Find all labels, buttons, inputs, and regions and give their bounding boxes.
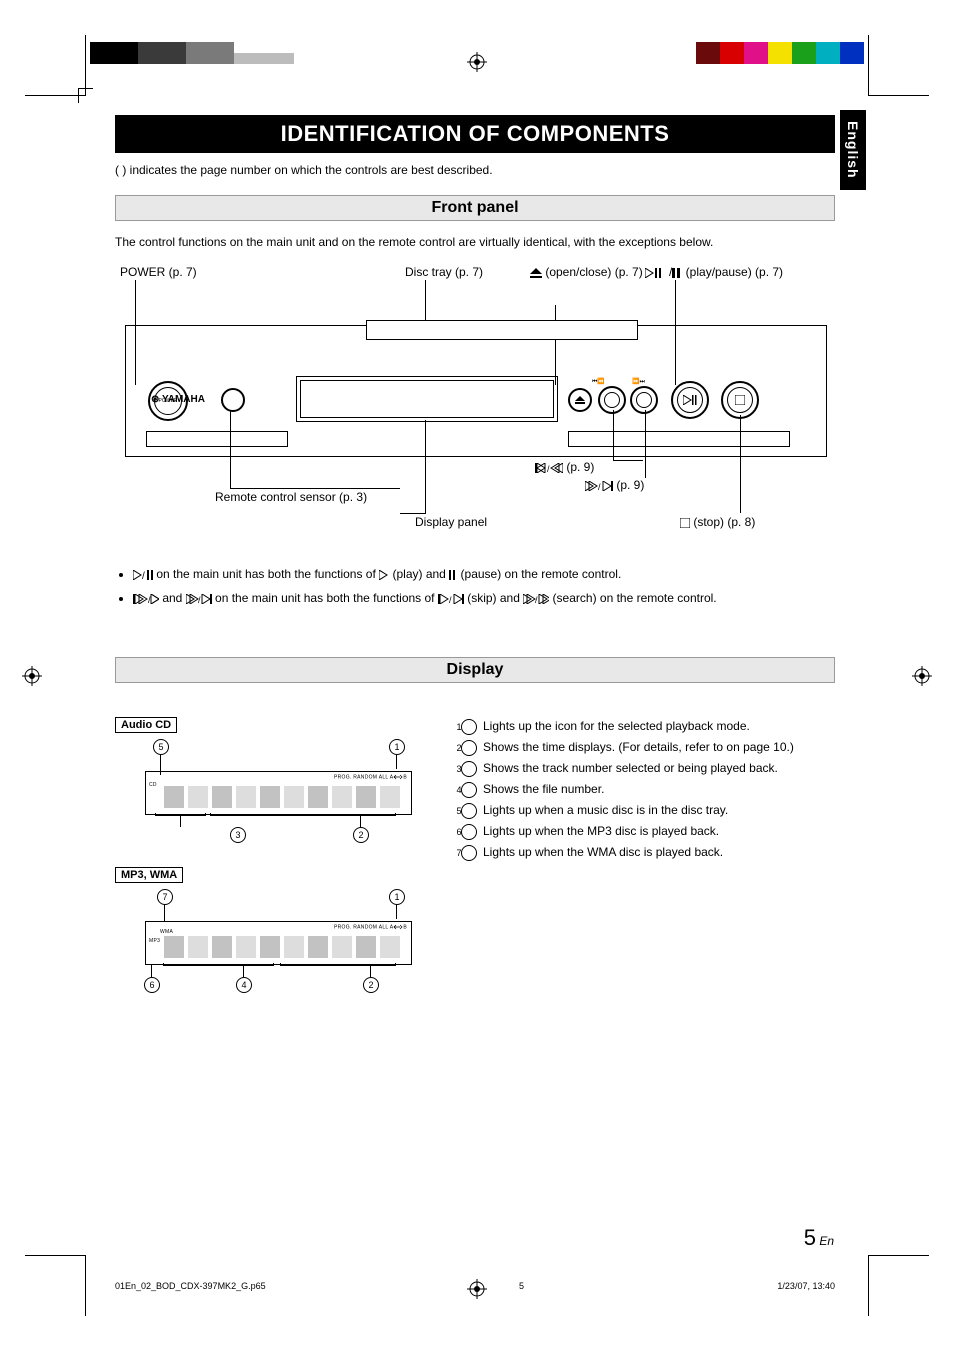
label-disc-tray: Disc tray (p. 7): [405, 265, 483, 279]
mp3-wma-label: MP3, WMA: [115, 867, 183, 883]
front-panel-notes: / on the main unit has both the function…: [115, 565, 835, 609]
play-pause-icon: [645, 267, 669, 281]
footer: 01En_02_BOD_CDX-397MK2_G.p65 5 1/23/07, …: [115, 1281, 835, 1291]
section-front-panel: Front panel: [115, 195, 835, 221]
display-diagram-audio-cd: 5 1 CD PROG. RANDOM ALL AB: [115, 739, 415, 849]
legend-item-5: 5Lights up when a music disc is in the d…: [461, 801, 831, 819]
legend-item-2: 2Shows the time displays. (For details, …: [461, 738, 831, 756]
legend-item-6: 6Lights up when the MP3 disc is played b…: [461, 822, 831, 840]
audio-cd-label: Audio CD: [115, 717, 177, 733]
crop-mark: [25, 35, 86, 96]
svg-text:/: /: [547, 464, 550, 473]
skip-prev-icon: /: [535, 462, 563, 476]
display-diagram-mp3-wma: 7 1 MP3 WMA PROG. RANDOM ALL AB 6: [115, 889, 415, 999]
label-prev-search: / (p. 9): [535, 460, 594, 476]
front-panel-diagram: POWER (p. 7) Disc tray (p. 7) / (play/pa…: [115, 265, 835, 545]
footer-datetime: 1/23/07, 13:40: [777, 1281, 835, 1291]
page-title: IDENTIFICATION OF COMPONENTS: [115, 115, 835, 153]
legend-item-3: 3Shows the track number selected or bein…: [461, 759, 831, 777]
eject-icon: [530, 267, 542, 281]
svg-text:/: /: [449, 595, 452, 604]
display-legend: 1Lights up the icon for the selected pla…: [461, 717, 831, 861]
page-number: 5 En: [804, 1225, 834, 1251]
registration-mark-icon: [22, 666, 42, 686]
color-swatches-left: [90, 42, 294, 64]
registration-mark-icon: [912, 666, 932, 686]
label-remote-sensor: Remote control sensor (p. 3): [215, 490, 367, 504]
note-play-pause: / on the main unit has both the function…: [133, 565, 835, 585]
label-display-panel: Display panel: [415, 515, 487, 529]
legend-item-7: 7Lights up when the WMA disc is played b…: [461, 843, 831, 861]
section-display: Display: [115, 657, 835, 683]
legend-item-1: 1Lights up the icon for the selected pla…: [461, 717, 831, 735]
svg-text:/: /: [535, 595, 538, 604]
svg-text:/: /: [142, 571, 145, 580]
svg-text:/: /: [598, 482, 601, 491]
skip-next-icon: /: [585, 480, 613, 494]
color-swatches-right: [696, 42, 864, 64]
label-power: POWER (p. 7): [120, 265, 197, 279]
label-open-close: (open/close) (p. 7): [530, 265, 643, 281]
stop-icon: [680, 517, 690, 531]
language-tab: English: [840, 110, 866, 190]
label-play-pause: / (play/pause) (p. 7): [645, 265, 783, 281]
label-next-search: / (p. 9): [585, 478, 644, 494]
crop-mark: [25, 1255, 86, 1316]
svg-text:/: /: [198, 595, 201, 604]
front-panel-intro: The control functions on the main unit a…: [115, 235, 835, 249]
crop-mark: [868, 35, 929, 96]
label-stop: (stop) (p. 8): [680, 515, 755, 531]
crop-mark: [868, 1255, 929, 1316]
registration-mark-icon: [467, 52, 487, 72]
page-note: ( ) indicates the page number on which t…: [115, 163, 835, 177]
footer-filename: 01En_02_BOD_CDX-397MK2_G.p65: [115, 1281, 266, 1291]
legend-item-4: 4Shows the file number.: [461, 780, 831, 798]
note-skip-search: / and / on the main unit has both the fu…: [133, 589, 835, 609]
footer-page: 5: [519, 1281, 524, 1291]
